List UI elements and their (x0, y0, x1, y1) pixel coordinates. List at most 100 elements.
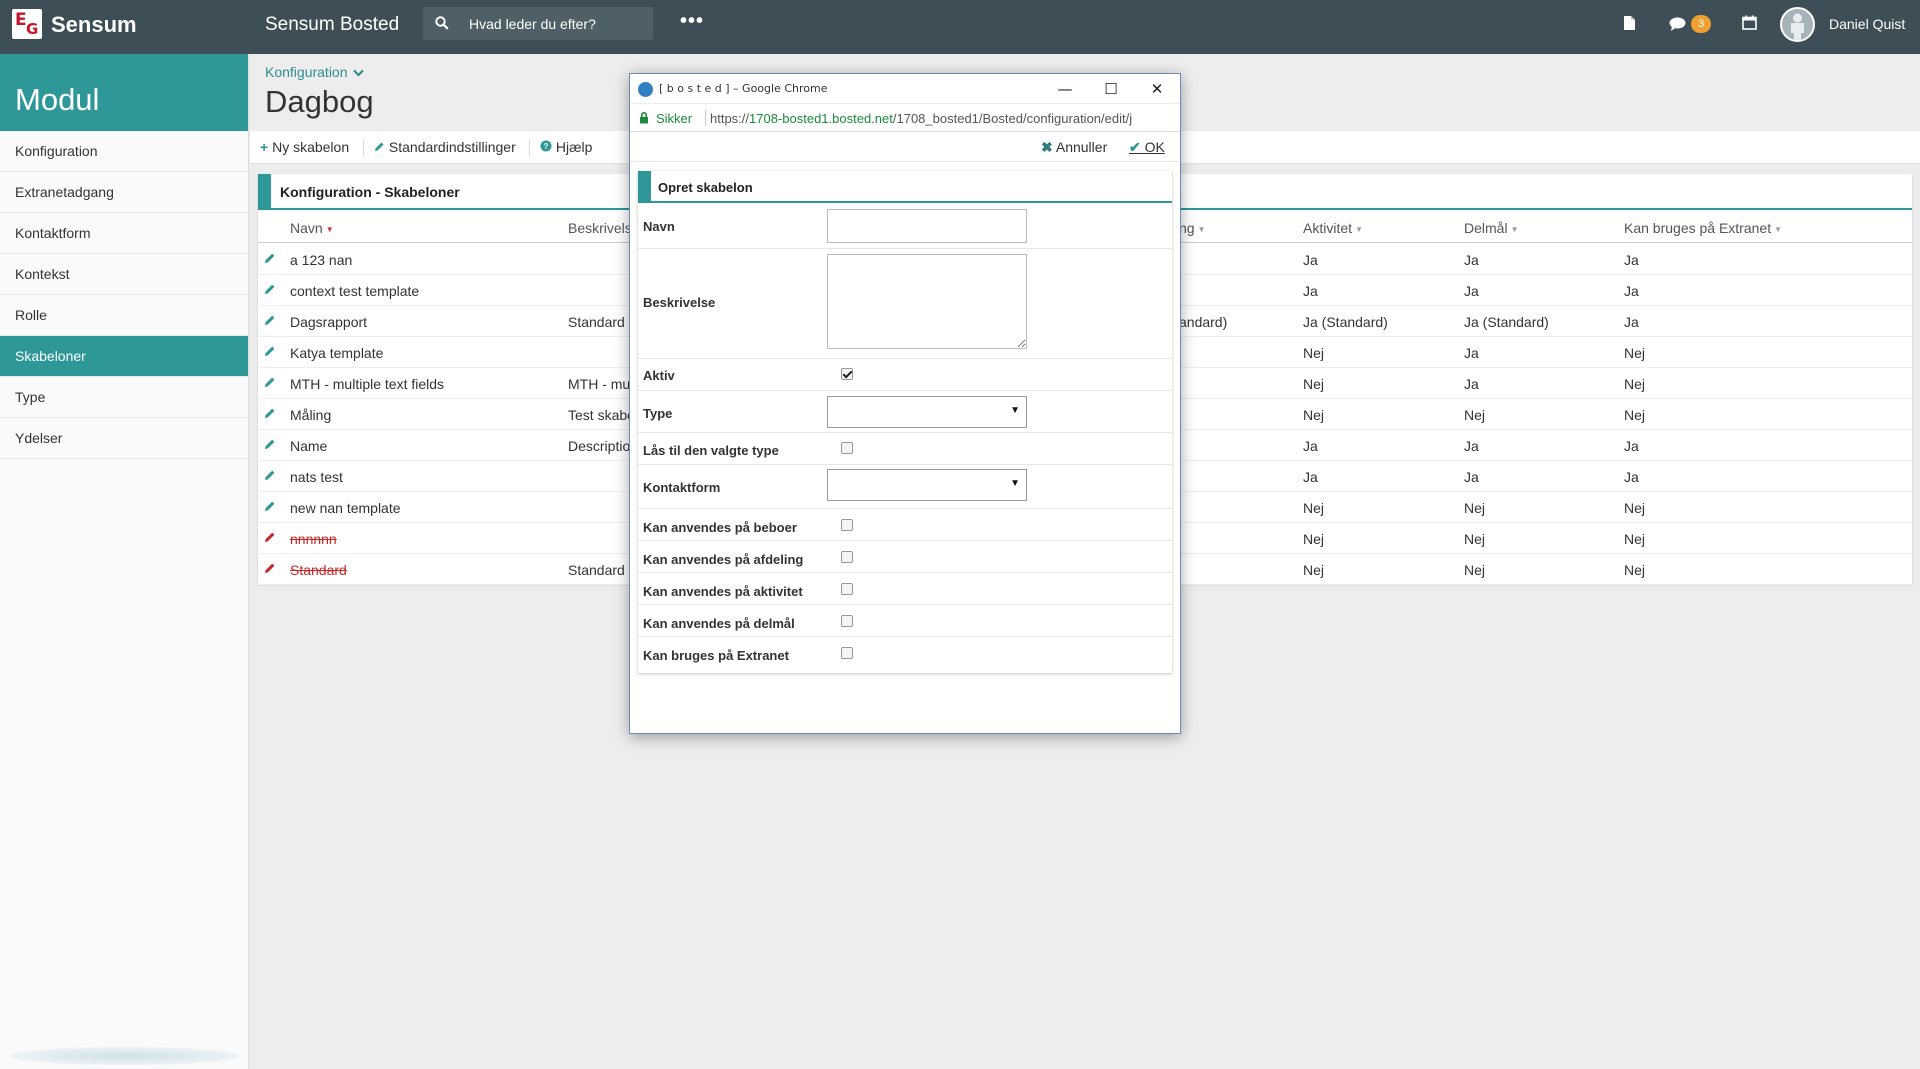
ok-button[interactable]: ✔ OK (1129, 139, 1165, 156)
close-window-button[interactable]: ✕ (1134, 77, 1180, 101)
maximize-button[interactable]: ☐ (1088, 77, 1134, 101)
beskrivelse-textarea[interactable] (827, 254, 1027, 349)
cell-extranet: Nej (1624, 500, 1646, 516)
search-input[interactable] (461, 7, 647, 40)
cell-extranet: Nej (1624, 407, 1646, 423)
type-select[interactable]: ▼ (827, 396, 1027, 428)
cell-navn[interactable]: Dagsrapport (290, 314, 367, 330)
cell-navn[interactable]: Name (290, 438, 327, 454)
afdeling-checkbox[interactable] (841, 551, 853, 563)
sort-caret-icon: ▼ (1355, 224, 1363, 234)
column-header-extranet[interactable]: Kan bruges på Extranet ▼ (1624, 220, 1782, 236)
beboer-checkbox[interactable] (841, 519, 853, 531)
edit-pencil-icon[interactable] (264, 531, 276, 543)
chat-icon[interactable] (1669, 17, 1687, 32)
default-settings-button[interactable]: Standardindstillinger (374, 139, 516, 155)
aktiv-checkbox[interactable] (841, 368, 853, 380)
cell-beskrivelse: Descriptio (568, 438, 631, 454)
cell-navn[interactable]: a 123 nan (290, 252, 352, 268)
sidebar-item-type[interactable]: Type (0, 377, 248, 418)
url-text[interactable]: https://1708-bosted1.bosted.net/1708_bos… (710, 111, 1132, 126)
cell-navn[interactable]: MTH - multiple text fields (290, 376, 444, 392)
breadcrumb-label[interactable]: Konfiguration (265, 64, 348, 80)
form-row-beskrivelse: Beskrivelse (638, 249, 1172, 359)
window-titlebar[interactable]: [ b o s t e d ] – Google Chrome — ☐ ✕ (630, 74, 1180, 104)
cell-navn[interactable]: Standard (290, 562, 347, 578)
brand-name[interactable]: Sensum (51, 12, 137, 38)
cell-aktivitet: Nej (1303, 562, 1325, 578)
new-template-button[interactable]: + Ny skabelon (260, 139, 349, 155)
edit-pencil-icon[interactable] (264, 252, 276, 264)
cancel-button[interactable]: ✖ Annuller (1041, 139, 1107, 156)
edit-pencil-icon[interactable] (264, 345, 276, 357)
form-row-type: Type ▼ (638, 391, 1172, 433)
more-options-button[interactable]: ••• (680, 10, 704, 33)
column-header-navn[interactable]: Navn ▼ (290, 220, 334, 236)
address-divider (705, 110, 706, 126)
dropdown-arrow-icon: ▼ (1010, 478, 1020, 489)
column-header-partial[interactable]: ng ▼ (1179, 220, 1206, 236)
navn-input[interactable] (827, 209, 1027, 243)
eg-logo[interactable]: EG (12, 9, 42, 39)
app-title[interactable]: Sensum Bosted (265, 14, 399, 36)
document-icon[interactable] (1623, 15, 1636, 31)
beboer-label: Kan anvendes på beboer (643, 520, 797, 535)
column-header-beskrivelse[interactable]: Beskrivels (568, 220, 632, 236)
delmaal-checkbox[interactable] (841, 615, 853, 627)
edit-pencil-icon[interactable] (264, 469, 276, 481)
window-title: [ b o s t e d ] – Google Chrome (659, 82, 828, 95)
beskrivelse-label: Beskrivelse (643, 295, 716, 310)
top-bar: EG Sensum Sensum Bosted ••• 3 Daniel Qui… (0, 0, 1920, 54)
sidebar-item-kontekst[interactable]: Kontekst (0, 254, 248, 295)
cell-navn[interactable]: nnnnnn (290, 531, 337, 547)
calendar-icon[interactable] (1742, 15, 1757, 30)
edit-pencil-icon[interactable] (264, 407, 276, 419)
plus-icon: + (260, 139, 269, 155)
column-header-aktivitet[interactable]: Aktivitet ▼ (1303, 220, 1363, 236)
cell-delmaal: Ja (Standard) (1464, 314, 1549, 330)
cell-navn[interactable]: Måling (290, 407, 331, 423)
edit-pencil-icon[interactable] (264, 438, 276, 450)
column-header-delmaal[interactable]: Delmål ▼ (1464, 220, 1519, 236)
notification-badge[interactable]: 3 (1691, 15, 1711, 33)
search-icon[interactable] (435, 16, 449, 30)
type-label: Type (643, 406, 673, 421)
breadcrumb[interactable]: Konfiguration (265, 64, 365, 80)
sort-caret-icon: ▼ (1510, 224, 1519, 234)
cell-navn[interactable]: Katya template (290, 345, 383, 361)
svg-text:?: ? (544, 142, 549, 151)
sidebar-item-konfiguration[interactable]: Konfiguration (0, 131, 248, 172)
kontaktform-select[interactable]: ▼ (827, 469, 1027, 501)
aktiv-label: Aktiv (643, 368, 675, 383)
edit-pencil-icon[interactable] (264, 562, 276, 574)
address-bar[interactable]: Sikker https://1708-bosted1.bosted.net/1… (630, 104, 1180, 132)
minimize-button[interactable]: — (1042, 77, 1088, 101)
cell-delmaal: Nej (1464, 500, 1486, 516)
cell-navn[interactable]: new nan template (290, 500, 401, 516)
edit-pencil-icon[interactable] (264, 376, 276, 388)
url-host: 1708-bosted1.bosted.net (749, 111, 893, 126)
sidebar-item-ydelser[interactable]: Ydelser (0, 418, 248, 459)
help-label: Hjælp (555, 139, 593, 155)
extranet-checkbox[interactable] (841, 647, 853, 659)
cell-navn[interactable]: context test template (290, 283, 419, 299)
aktivitet-checkbox[interactable] (841, 583, 853, 595)
laas-checkbox[interactable] (841, 442, 853, 454)
sidebar-item-skabeloner[interactable]: Skabeloner (0, 336, 248, 377)
page-title: Dagbog (265, 84, 374, 119)
url-scheme: https:// (710, 111, 750, 126)
form-row-beboer: Kan anvendes på beboer (638, 509, 1172, 541)
column-label: Navn (290, 220, 323, 236)
edit-pencil-icon[interactable] (264, 500, 276, 512)
cell-navn[interactable]: nats test (290, 469, 343, 485)
edit-pencil-icon[interactable] (264, 283, 276, 295)
sidebar-item-rolle[interactable]: Rolle (0, 295, 248, 336)
avatar[interactable] (1780, 7, 1815, 42)
user-name[interactable]: Daniel Quist (1829, 16, 1905, 32)
edit-pencil-icon[interactable] (264, 314, 276, 326)
sidebar-item-kontaktform[interactable]: Kontaktform (0, 213, 248, 254)
chevron-down-icon[interactable] (353, 69, 365, 77)
sidebar-item-extranetadgang[interactable]: Extranetadgang (0, 172, 248, 213)
cell-aktivitet: Nej (1303, 407, 1325, 423)
help-button[interactable]: ? Hjælp (540, 139, 592, 155)
